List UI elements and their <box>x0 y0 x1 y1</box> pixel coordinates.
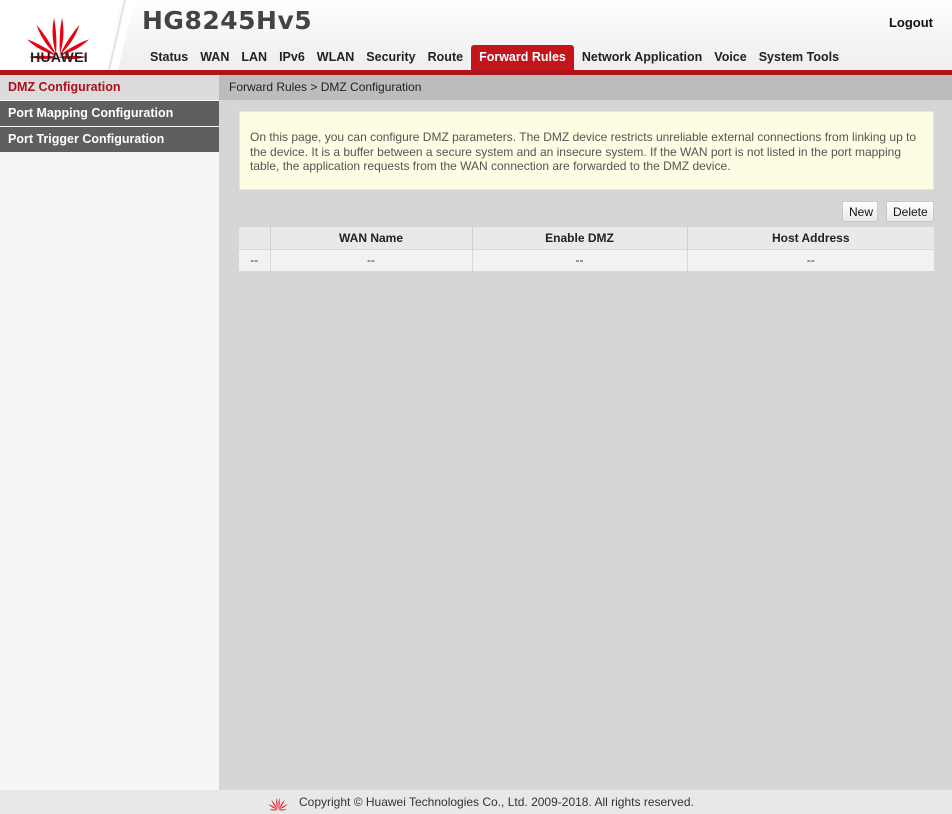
nav-security[interactable]: Security <box>360 45 421 70</box>
table-row[interactable]: -- -- -- -- <box>239 249 934 271</box>
footer: Copyright © Huawei Technologies Co., Ltd… <box>0 790 952 814</box>
main-nav: Status WAN LAN IPv6 WLAN Security Route … <box>144 45 845 70</box>
nav-voice[interactable]: Voice <box>708 45 752 70</box>
logo-text: HUAWEI <box>30 49 88 65</box>
sidebar-item-port-mapping-configuration[interactable]: Port Mapping Configuration <box>0 101 219 126</box>
nav-wlan[interactable]: WLAN <box>311 45 361 70</box>
nav-system-tools[interactable]: System Tools <box>753 45 845 70</box>
table-header-row: WAN Name Enable DMZ Host Address <box>239 227 934 250</box>
table-cell-host-address: -- <box>686 249 934 271</box>
table-cell-select: -- <box>239 249 270 271</box>
breadcrumb: Forward Rules > DMZ Configuration <box>219 75 952 100</box>
new-button[interactable]: New <box>842 201 878 222</box>
sidebar-item-port-trigger-configuration[interactable]: Port Trigger Configuration <box>0 127 219 152</box>
nav-network-application[interactable]: Network Application <box>576 45 708 70</box>
huawei-footer-logo-icon <box>268 797 288 811</box>
table-header-host-address: Host Address <box>686 227 934 250</box>
nav-route[interactable]: Route <box>422 45 469 70</box>
table-header-enable-dmz: Enable DMZ <box>471 227 687 250</box>
device-model-title: HG8245Hv5 <box>142 6 313 35</box>
logo-area: HUAWEI <box>0 0 118 70</box>
delete-button[interactable]: Delete <box>886 201 934 222</box>
header-divider <box>108 0 134 70</box>
header: HUAWEI HG8245Hv5 Logout Status WAN LAN I… <box>0 0 952 70</box>
nav-status[interactable]: Status <box>144 45 194 70</box>
nav-ipv6[interactable]: IPv6 <box>273 45 311 70</box>
nav-lan[interactable]: LAN <box>235 45 273 70</box>
info-description: On this page, you can configure DMZ para… <box>239 111 934 190</box>
dmz-table: WAN Name Enable DMZ Host Address -- -- -… <box>239 227 934 271</box>
table-header-select <box>239 227 270 250</box>
nav-wan[interactable]: WAN <box>194 45 235 70</box>
nav-forward-rules[interactable]: Forward Rules <box>471 45 574 70</box>
sidebar-item-dmz-configuration[interactable]: DMZ Configuration <box>0 75 219 100</box>
table-cell-wan-name: -- <box>269 249 472 271</box>
logout-link[interactable]: Logout <box>889 15 933 30</box>
table-header-wan-name: WAN Name <box>269 227 472 250</box>
table-cell-enable-dmz: -- <box>471 249 687 271</box>
sidebar: DMZ Configuration Port Mapping Configura… <box>0 75 219 790</box>
footer-copyright: Copyright © Huawei Technologies Co., Ltd… <box>299 795 694 809</box>
